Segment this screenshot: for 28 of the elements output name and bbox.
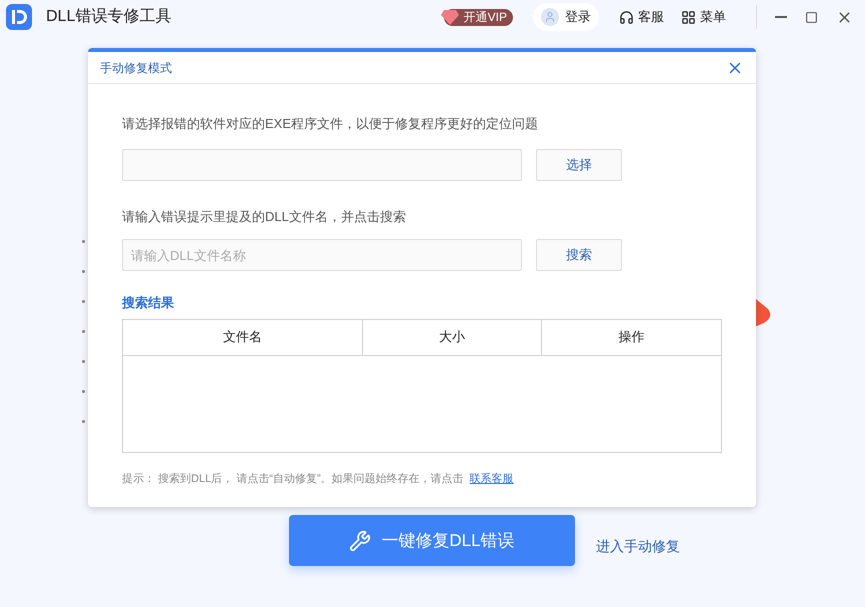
- grid-icon: [681, 10, 696, 24]
- manual-repair-link[interactable]: 进入手动修复: [596, 536, 680, 557]
- contact-service-link[interactable]: 联系客服: [470, 470, 514, 487]
- app-logo-icon: [6, 4, 32, 30]
- choose-button[interactable]: 选择: [536, 148, 622, 180]
- dialog-title: 手动修复模式: [100, 60, 172, 76]
- search-button[interactable]: 搜索: [536, 239, 622, 271]
- column-header: 操作: [541, 320, 721, 354]
- maximize-button[interactable]: [805, 10, 818, 24]
- column-header: 大小: [362, 320, 541, 354]
- tools-icon: [349, 530, 372, 552]
- headset-icon: [619, 10, 634, 24]
- column-header: 文件名: [222, 328, 263, 346]
- menu-button[interactable]: 菜单: [681, 7, 726, 27]
- minimize-icon: [775, 16, 787, 18]
- exe-prompt: 请选择报错的软件对应的EXE程序文件，以便于修复程序更好的定位问题: [122, 115, 540, 133]
- exe-path-field[interactable]: [122, 148, 522, 180]
- service-button[interactable]: 客服: [619, 7, 664, 27]
- hint-text: 提示： 搜索到DLL后， 请点击“自动修复”。如果问题始终存在，请点击: [122, 472, 464, 486]
- app-title: DLL错误专修工具: [46, 6, 172, 27]
- avatar-icon: [541, 8, 559, 26]
- repair-button[interactable]: 一键修复DLL错误: [289, 515, 575, 566]
- login-button[interactable]: 登录: [533, 3, 599, 31]
- maximize-icon: [805, 10, 818, 24]
- results-title: 搜索结果: [122, 294, 175, 312]
- dll-prompt: 请输入错误提示里提及的DLL文件名，并点击搜索: [122, 208, 407, 226]
- dll-name-field[interactable]: 请输入DLL文件名称: [122, 239, 522, 271]
- vip-badge[interactable]: 开通VIP: [444, 8, 513, 26]
